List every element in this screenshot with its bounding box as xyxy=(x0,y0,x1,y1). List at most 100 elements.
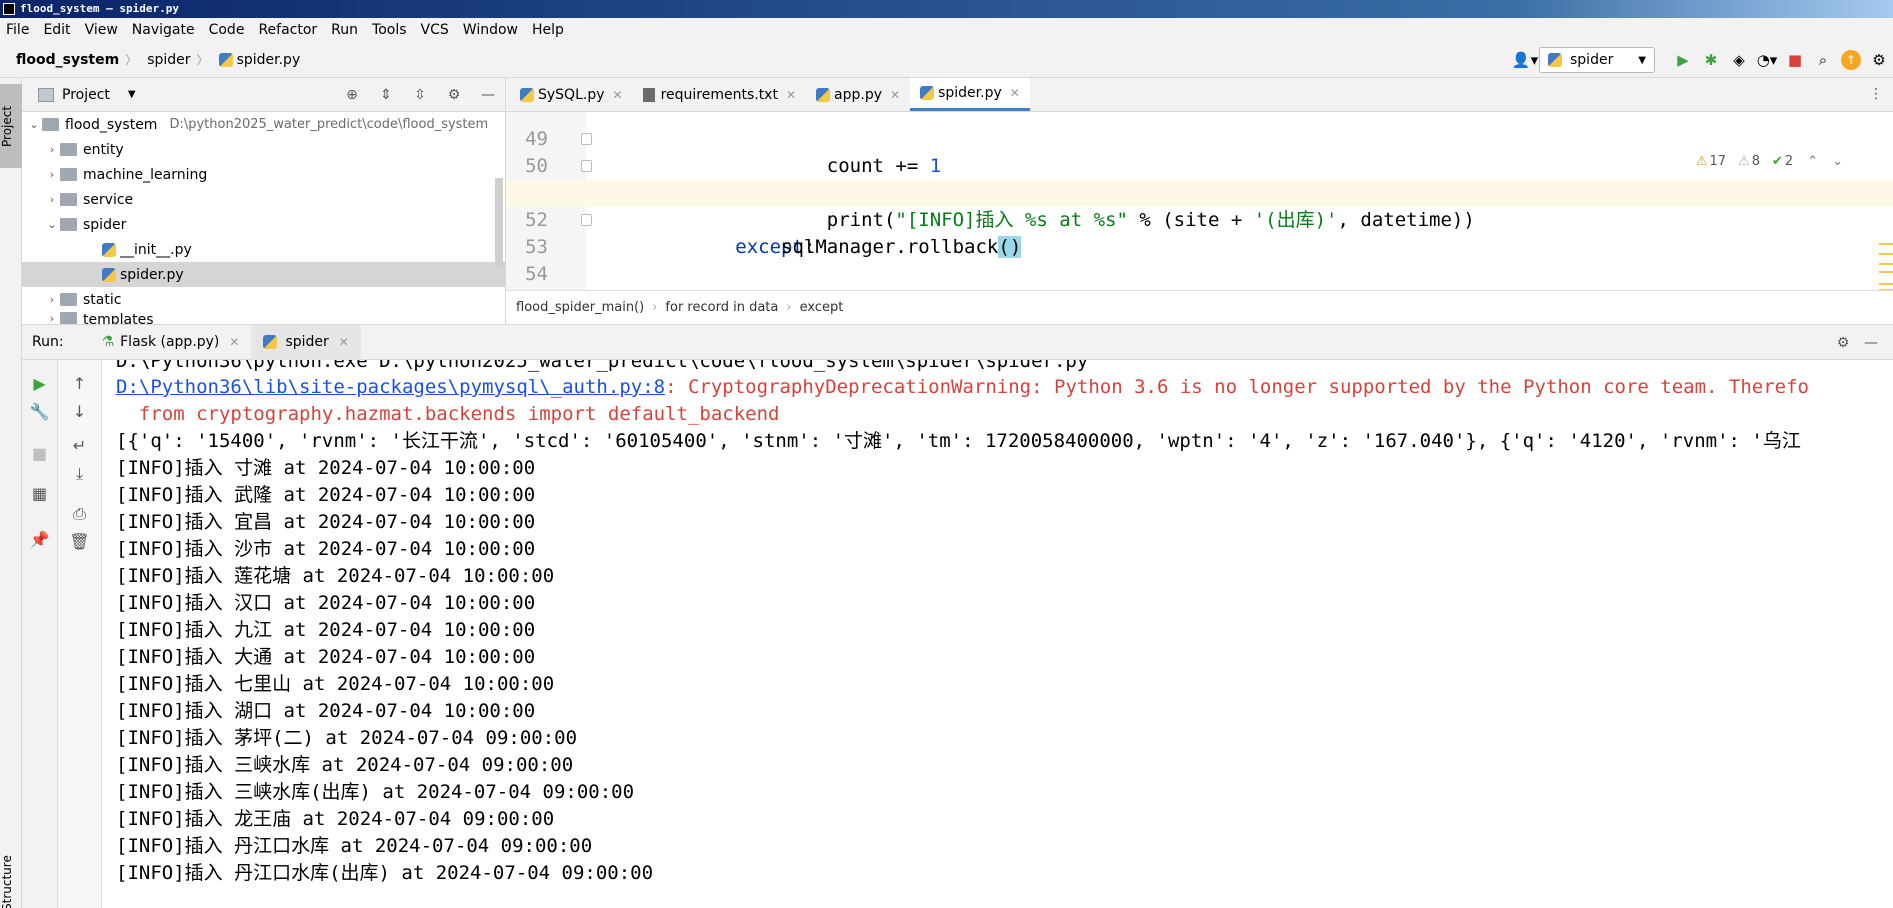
menu-view[interactable]: View xyxy=(85,22,118,38)
rerun-icon[interactable]: ▶ xyxy=(22,374,57,393)
tab-spider-py[interactable]: spider.py ✕ xyxy=(910,78,1030,111)
stop-icon[interactable]: ■ xyxy=(22,444,57,463)
close-icon[interactable]: ✕ xyxy=(786,88,796,102)
tree-item-root[interactable]: ⌄ flood_system D:\python2025_water_predi… xyxy=(22,112,505,137)
code-area[interactable]: 49 count += 1 50 print("[INFO]插入 %s at %… xyxy=(506,112,1893,290)
project-tool-tab[interactable]: Project xyxy=(0,84,22,168)
chevron-right-icon[interactable]: › xyxy=(44,143,60,156)
chevron-down-icon[interactable]: ⌄ xyxy=(1832,154,1843,169)
menu-vcs[interactable]: VCS xyxy=(421,22,449,38)
menu-tools[interactable]: Tools xyxy=(372,22,407,38)
weak-warning-icon: ⚠ xyxy=(1738,154,1750,169)
print-icon[interactable]: ⎙ xyxy=(58,504,101,524)
minimize-icon[interactable]: — xyxy=(471,87,505,103)
breadcrumb-folder[interactable]: spider xyxy=(147,52,190,68)
tree-item-spider-py[interactable]: spider.py xyxy=(22,262,505,287)
breadcrumb-loop[interactable]: for record in data xyxy=(665,300,778,315)
chevron-down-icon[interactable]: ⌄ xyxy=(44,218,60,231)
tree-item-entity[interactable]: › entity xyxy=(22,137,505,162)
run-console[interactable]: D:\Python36\python.exe D:\python2025_wat… xyxy=(102,360,1893,908)
python-file-icon xyxy=(218,52,233,67)
run-tab-flask[interactable]: ⚗ Flask (app.py) ✕ xyxy=(90,325,252,360)
close-icon[interactable]: ✕ xyxy=(229,335,239,349)
wrench-icon[interactable]: 🔧 xyxy=(22,402,57,421)
text-file-icon xyxy=(642,87,655,102)
close-icon[interactable]: ✕ xyxy=(890,88,900,102)
fold-marker-icon[interactable] xyxy=(581,214,592,226)
arrow-down-icon[interactable]: ↓ xyxy=(58,402,101,421)
more-options-icon[interactable]: ⋮ xyxy=(1869,86,1883,102)
chevron-right-icon[interactable]: › xyxy=(44,193,60,206)
tree-item-machine-learning[interactable]: › machine_learning xyxy=(22,162,505,187)
scroll-to-end-icon[interactable]: ⤓ xyxy=(58,464,101,484)
inspection-widget[interactable]: ⚠ 17 ⚠ 8 ✔ 2 ⌃ ⌄ xyxy=(1684,154,1843,169)
chevron-right-icon[interactable]: › xyxy=(44,293,60,306)
python-file-icon xyxy=(102,267,116,282)
stop-icon[interactable]: ■ xyxy=(1781,46,1809,74)
console-warning-link[interactable]: D:\Python36\lib\site-packages\pymysql\_a… xyxy=(116,376,665,398)
coverage-icon[interactable]: ◈ xyxy=(1725,46,1753,74)
menu-navigate[interactable]: Navigate xyxy=(132,22,195,38)
collapse-all-icon[interactable]: ⇳ xyxy=(403,87,437,103)
menu-help[interactable]: Help xyxy=(532,22,564,38)
close-icon[interactable]: ✕ xyxy=(1010,86,1020,100)
chevron-down-icon[interactable]: ▼ xyxy=(128,89,136,100)
typo-check-icon: ✔ xyxy=(1772,154,1783,169)
trash-icon[interactable]: 🗑 xyxy=(58,532,101,551)
tree-item-templates[interactable]: › templates xyxy=(22,312,505,324)
menu-refactor[interactable]: Refactor xyxy=(258,22,317,38)
chevron-up-icon[interactable]: ⌃ xyxy=(1807,154,1818,169)
close-icon[interactable]: ✕ xyxy=(339,335,349,349)
fold-marker-icon[interactable] xyxy=(581,133,592,145)
menu-edit[interactable]: Edit xyxy=(43,22,70,38)
minimize-icon[interactable]: — xyxy=(1857,335,1885,351)
tree-item-init-py[interactable]: __init__.py xyxy=(22,237,505,262)
tree-item-service[interactable]: › service xyxy=(22,187,505,212)
menu-file[interactable]: File xyxy=(6,22,29,38)
chevron-down-icon[interactable]: ⌄ xyxy=(26,118,42,131)
expand-all-icon[interactable]: ⇕ xyxy=(369,87,403,103)
arrow-up-icon[interactable]: ↑ xyxy=(58,374,101,393)
breadcrumb-except[interactable]: except xyxy=(800,300,844,315)
menu-window[interactable]: Window xyxy=(463,22,518,38)
tab-app-py[interactable]: app.py ✕ xyxy=(806,78,910,111)
tree-item-static[interactable]: › static xyxy=(22,287,505,312)
folder-icon xyxy=(42,118,59,131)
gear-icon[interactable]: ⚙ xyxy=(1829,335,1857,351)
run-icon[interactable]: ▶ xyxy=(1669,46,1697,74)
chevron-right-icon[interactable]: › xyxy=(44,168,60,181)
user-icon[interactable]: 👤▾ xyxy=(1511,46,1539,74)
menu-code[interactable]: Code xyxy=(209,22,245,38)
pin-icon[interactable]: 📌 xyxy=(22,530,57,549)
tab-sysql-py[interactable]: SySQL.py ✕ xyxy=(510,78,633,111)
tree-item-label: spider.py xyxy=(120,266,184,283)
tree-item-label: templates xyxy=(83,312,154,324)
tree-scrollbar[interactable] xyxy=(495,178,503,268)
breadcrumb-file[interactable]: spider.py xyxy=(237,52,301,68)
close-icon[interactable]: ✕ xyxy=(613,88,623,102)
settings-icon[interactable]: ⚙ xyxy=(1865,46,1893,74)
run-toolbar-primary: ▶ 🔧 ■ ▦ 📌 xyxy=(22,360,58,908)
soft-wrap-icon[interactable]: ↵ xyxy=(58,436,101,455)
structure-tool-tab[interactable]: Structure xyxy=(0,838,22,908)
gear-icon[interactable]: ⚙ xyxy=(437,87,471,103)
menu-run[interactable]: Run xyxy=(331,22,358,38)
profile-icon[interactable]: ◔▾ xyxy=(1753,46,1781,74)
locate-icon[interactable]: ⊕ xyxy=(335,87,369,103)
debug-icon[interactable]: ✱ xyxy=(1697,46,1725,74)
tree-item-spider[interactable]: ⌄ spider xyxy=(22,212,505,237)
project-panel-title[interactable]: Project xyxy=(62,87,110,103)
run-tab-spider[interactable]: spider ✕ xyxy=(251,324,361,360)
layout-icon[interactable]: ▦ xyxy=(22,484,57,503)
window-titlebar: flood_system – spider.py xyxy=(0,0,1893,18)
run-configuration-select[interactable]: spider ▼ xyxy=(1539,47,1655,73)
console-info-line: [INFO]插入 丹江口水库(出库) at 2024-07-04 09:00:0… xyxy=(116,862,654,884)
update-icon[interactable]: ↑ xyxy=(1841,50,1861,70)
folder-icon xyxy=(60,293,77,306)
chevron-right-icon[interactable]: › xyxy=(44,312,60,324)
tab-requirements-txt[interactable]: requirements.txt ✕ xyxy=(633,78,806,111)
search-icon[interactable]: ⌕ xyxy=(1809,46,1837,74)
breadcrumb-function[interactable]: flood_spider_main() xyxy=(516,300,644,315)
breadcrumb-project[interactable]: flood_system xyxy=(16,52,119,68)
fold-marker-icon[interactable] xyxy=(581,160,592,172)
